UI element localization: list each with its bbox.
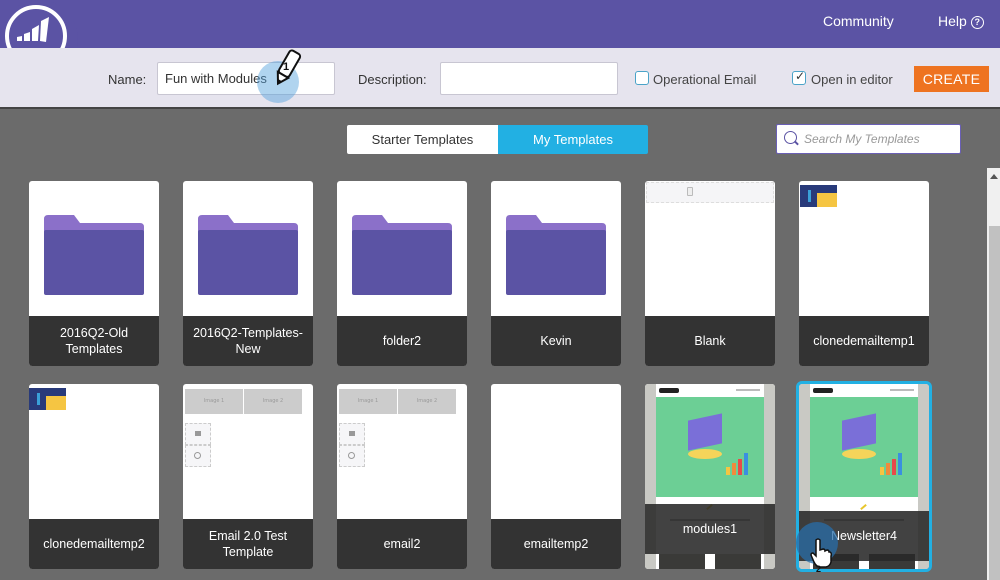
social-module-placeholder (185, 445, 211, 467)
template-name: modules1 (645, 504, 775, 554)
help-link[interactable]: Help? (938, 13, 984, 29)
tab-starter-templates[interactable]: Starter Templates (347, 125, 498, 154)
image-row-thumbnail: Image 1 Image 2 (185, 389, 302, 414)
tab-my-templates[interactable]: My Templates (498, 125, 648, 154)
operational-email-checkbox[interactable] (635, 71, 649, 85)
pencil-cursor-icon: 1 (276, 49, 302, 86)
video-icon (349, 431, 355, 436)
template-card[interactable]: clonedemailtemp1 (799, 181, 929, 366)
image-1-placeholder: Image 1 (339, 389, 397, 414)
checkmark-icon: ✓ (795, 69, 806, 83)
template-tabs: Starter Templates My Templates (347, 125, 648, 154)
name-input[interactable]: Fun with Modules (157, 62, 335, 95)
help-label: Help (938, 13, 967, 29)
hero-illustration (810, 397, 918, 497)
description-input[interactable] (440, 62, 618, 95)
template-card[interactable]: Kevin (491, 181, 621, 366)
hand-pointer-cursor-icon: 2 (810, 538, 832, 572)
image-1-placeholder: Image 1 (185, 389, 243, 414)
template-name: emailtemp2 (491, 519, 621, 569)
template-name: 2016Q2-Old Templates (29, 316, 159, 366)
placeholder-icon (687, 187, 693, 196)
top-nav-bar: Community Help? (0, 0, 1000, 48)
template-card[interactable]: 2016Q2-Old Templates (29, 181, 159, 366)
template-name: Email 2.0 Test Template (183, 519, 313, 569)
template-card[interactable]: Image 1 Image 2 email2 (337, 384, 467, 569)
vertical-scrollbar[interactable] (987, 168, 1000, 580)
image-row-thumbnail: Image 1 Image 2 (339, 389, 456, 414)
email-thumbnail-image (29, 388, 66, 410)
create-email-form: Name: Fun with Modules Description: Oper… (0, 48, 1000, 109)
social-module-placeholder (339, 445, 365, 467)
step-2-number: 2 (816, 564, 821, 572)
template-card[interactable]: Image 1 Image 2 Email 2.0 Test Template (183, 384, 313, 569)
name-label: Name: (108, 72, 147, 87)
description-label: Description: (358, 72, 427, 87)
video-module-placeholder (339, 423, 365, 445)
share-icon (348, 452, 355, 459)
folder-icon (506, 215, 606, 295)
logo-bars-icon (17, 17, 49, 42)
step-1-number: 1 (283, 61, 289, 73)
template-name: email2 (337, 519, 467, 569)
blank-template-thumbnail (646, 182, 774, 203)
scroll-up-arrow-icon[interactable] (990, 174, 998, 179)
open-in-editor-label[interactable]: Open in editor (811, 72, 893, 87)
open-in-editor-checkbox[interactable]: ✓ (792, 69, 806, 85)
operational-email-label[interactable]: Operational Email (653, 72, 756, 87)
email-thumbnail-image (800, 185, 837, 207)
create-button[interactable]: CREATE (914, 66, 989, 92)
template-name: folder2 (337, 316, 467, 366)
template-card[interactable]: clonedemailtemp2 (29, 384, 159, 569)
template-name: 2016Q2-Templates-New (183, 316, 313, 366)
community-link[interactable]: Community (823, 13, 894, 29)
folder-icon (198, 215, 298, 295)
search-placeholder: Search My Templates (804, 132, 920, 146)
share-icon (194, 452, 201, 459)
search-icon (784, 131, 797, 144)
video-icon (195, 431, 201, 436)
video-module-placeholder (185, 423, 211, 445)
template-card[interactable]: Blank (645, 181, 775, 366)
template-name: Blank (645, 316, 775, 366)
template-name: Kevin (491, 316, 621, 366)
search-input[interactable]: Search My Templates (776, 124, 961, 154)
image-2-placeholder: Image 2 (244, 389, 302, 414)
template-name: clonedemailtemp1 (799, 316, 929, 366)
template-name: clonedemailtemp2 (29, 519, 159, 569)
hero-illustration (656, 397, 764, 497)
template-card[interactable]: folder2 (337, 181, 467, 366)
template-card[interactable]: modules1 (645, 384, 775, 569)
template-card[interactable]: 2016Q2-Templates-New (183, 181, 313, 366)
help-icon: ? (970, 16, 984, 29)
folder-icon (352, 215, 452, 295)
folder-icon (44, 215, 144, 295)
scroll-thumb[interactable] (989, 226, 1000, 580)
template-card[interactable]: emailtemp2 (491, 384, 621, 569)
image-2-placeholder: Image 2 (398, 389, 456, 414)
